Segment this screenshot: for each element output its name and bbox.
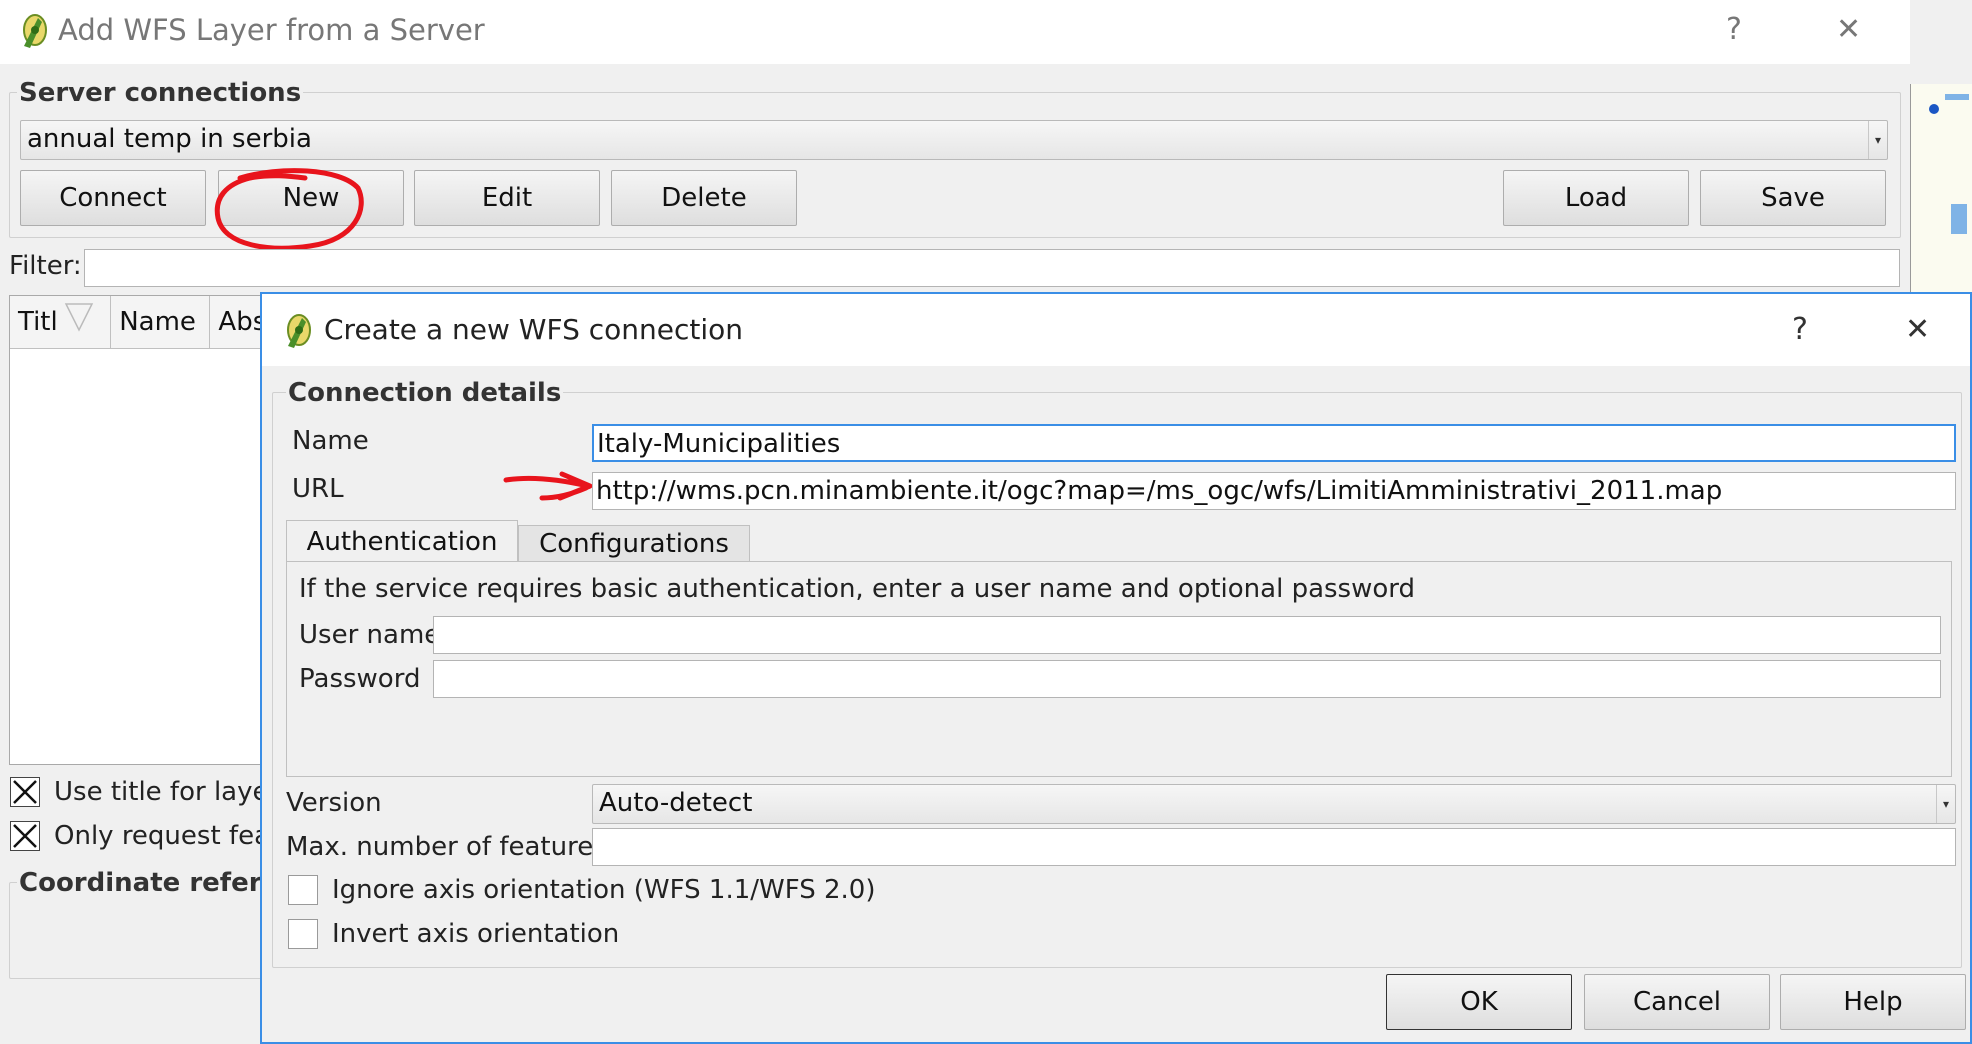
- combo-arrow-icon: ▾: [1936, 785, 1955, 823]
- sort-arrow-icon: [64, 298, 94, 348]
- combo-arrow-icon: ▾: [1868, 121, 1887, 159]
- close-icon[interactable]: ✕: [1836, 12, 1861, 47]
- load-button[interactable]: Load: [1503, 170, 1689, 226]
- title-bar: Add WFS Layer from a Server ? ✕: [0, 0, 1910, 64]
- name-label: Name: [292, 426, 369, 456]
- connection-select-value: annual temp in serbia: [27, 124, 312, 154]
- dialog-title: Create a new WFS connection: [324, 313, 744, 346]
- qgis-logo-icon: [280, 310, 314, 354]
- annotation-circle: [214, 168, 364, 251]
- close-icon[interactable]: ✕: [1905, 312, 1930, 347]
- use-title-checkbox[interactable]: Use title for layer: [10, 777, 279, 807]
- help-icon[interactable]: ?: [1792, 312, 1808, 347]
- edit-button[interactable]: Edit: [414, 170, 600, 226]
- window-title: Add WFS Layer from a Server: [58, 13, 485, 47]
- server-connections-title: Server connections: [17, 78, 304, 108]
- invert-axis-checkbox[interactable]: Invert axis orientation: [288, 919, 619, 949]
- layer-table[interactable]: Titl Name Abs: [9, 295, 269, 765]
- checkbox-label: Only request feat: [54, 821, 281, 851]
- max-features-input[interactable]: [592, 828, 1956, 866]
- username-input[interactable]: [433, 616, 1941, 654]
- filter-label: Filter:: [9, 251, 82, 281]
- annotation-arrow: [503, 471, 593, 501]
- column-header[interactable]: Name: [111, 296, 211, 348]
- ok-button[interactable]: OK: [1386, 974, 1572, 1030]
- cancel-button[interactable]: Cancel: [1584, 974, 1770, 1030]
- check-x-icon: [10, 777, 40, 807]
- url-label: URL: [292, 474, 344, 504]
- filter-input[interactable]: [84, 249, 1900, 287]
- checkbox-box: [288, 919, 318, 949]
- checkbox-label: Use title for layer: [54, 777, 280, 807]
- version-label: Version: [286, 788, 382, 818]
- auth-tab-panel: If the service requires basic authentica…: [286, 561, 1952, 777]
- qgis-logo-icon: [16, 10, 50, 54]
- name-input[interactable]: Italy-Municipalities: [592, 424, 1956, 462]
- connection-details-title: Connection details: [286, 378, 564, 408]
- check-x-icon: [10, 821, 40, 851]
- auth-info-text: If the service requires basic authentica…: [299, 574, 1416, 604]
- tab-configurations[interactable]: Configurations: [518, 525, 750, 562]
- ignore-axis-checkbox[interactable]: Ignore axis orientation (WFS 1.1/WFS 2.0…: [288, 875, 875, 905]
- new-wfs-connection-dialog: Create a new WFS connection ? ✕ Connecti…: [260, 292, 1972, 1044]
- connection-select[interactable]: annual temp in serbia ▾: [20, 120, 1888, 160]
- password-input[interactable]: [433, 660, 1941, 698]
- help-button[interactable]: Help: [1780, 974, 1966, 1030]
- delete-button[interactable]: Delete: [611, 170, 797, 226]
- max-features-label: Max. number of features: [286, 832, 607, 862]
- checkbox-label: Invert axis orientation: [332, 919, 620, 949]
- save-button[interactable]: Save: [1700, 170, 1886, 226]
- tab-authentication[interactable]: Authentication: [286, 520, 518, 562]
- help-icon[interactable]: ?: [1726, 12, 1742, 47]
- only-request-checkbox[interactable]: Only request feat: [10, 821, 280, 851]
- password-label: Password: [299, 664, 421, 694]
- column-header[interactable]: Titl: [10, 296, 112, 348]
- dialog-title-bar: Create a new WFS connection ? ✕: [262, 294, 1970, 366]
- url-input[interactable]: http://wms.pcn.minambiente.it/ogc?map=/m…: [592, 472, 1956, 510]
- version-select[interactable]: Auto-detect ▾: [592, 784, 1956, 824]
- crs-group-title: Coordinate refere: [17, 868, 282, 898]
- version-select-value: Auto-detect: [599, 788, 753, 818]
- map-canvas-edge: [1910, 84, 1972, 294]
- checkbox-label: Ignore axis orientation (WFS 1.1/WFS 2.0…: [332, 875, 876, 905]
- checkbox-box: [288, 875, 318, 905]
- connect-button[interactable]: Connect: [20, 170, 206, 226]
- username-label: User name: [299, 620, 441, 650]
- table-header: Titl Name Abs: [10, 296, 268, 349]
